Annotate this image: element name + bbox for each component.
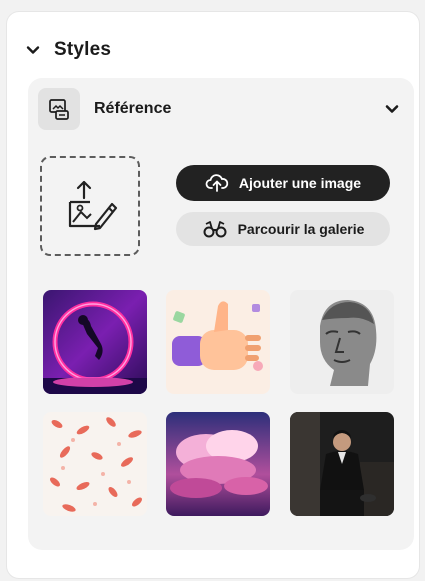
add-image-label: Ajouter une image: [238, 175, 362, 191]
browse-gallery-label: Parcourir la galerie: [237, 221, 365, 237]
image-upload-icon: [68, 180, 118, 231]
chevron-down-icon: [26, 46, 40, 54]
cloud-upload-icon: [205, 174, 229, 192]
gallery-thumb-pattern-leaves[interactable]: [43, 412, 147, 516]
add-image-button[interactable]: Ajouter une image: [176, 165, 390, 201]
reference-image-icon: [38, 88, 80, 130]
gallery-thumb-thumbs-up[interactable]: [166, 290, 270, 394]
gallery-thumb-neon-figure[interactable]: [43, 290, 147, 394]
chevron-down-icon: [385, 105, 399, 113]
image-dropzone[interactable]: [40, 156, 140, 256]
reference-dropdown[interactable]: Référence: [38, 86, 408, 132]
gallery-thumb-classical-bust[interactable]: [290, 290, 394, 394]
section-title: Styles: [54, 39, 112, 60]
browse-gallery-button[interactable]: Parcourir la galerie: [176, 212, 390, 246]
gallery-thumb-pink-clouds[interactable]: [166, 412, 270, 516]
gallery-thumb-man-portrait[interactable]: [290, 412, 394, 516]
binoculars-icon: [203, 221, 227, 238]
styles-section-toggle[interactable]: Styles: [26, 36, 111, 64]
reference-label: Référence: [94, 100, 172, 117]
